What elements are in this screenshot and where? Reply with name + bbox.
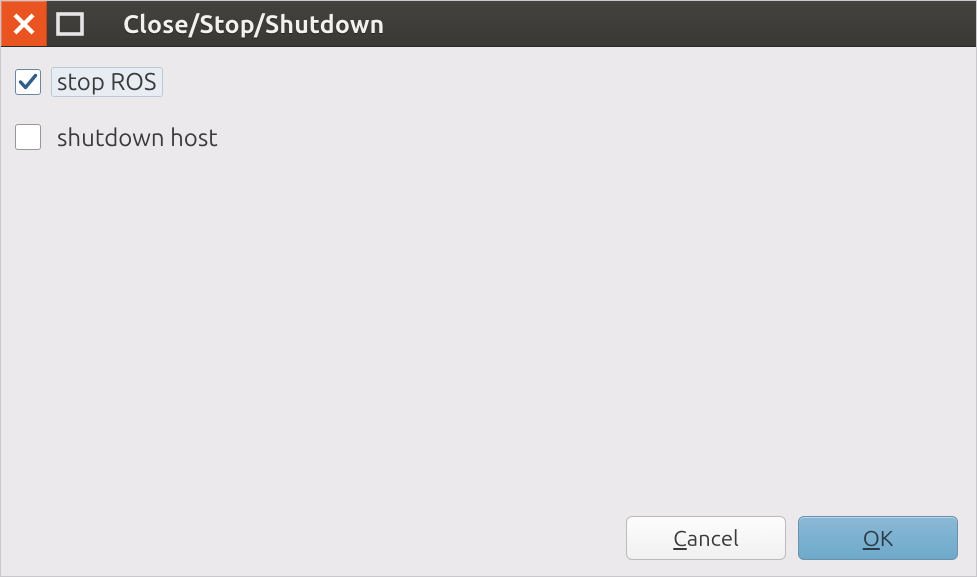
- cancel-button[interactable]: Cancel: [626, 516, 786, 560]
- option-stop-ros-label: stop ROS: [51, 67, 163, 97]
- window-title: Close/Stop/Shutdown: [123, 10, 384, 38]
- checkbox-empty-icon: [17, 126, 39, 148]
- ok-button[interactable]: OK: [798, 516, 958, 560]
- option-stop-ros[interactable]: stop ROS: [15, 61, 962, 103]
- close-icon: [10, 10, 38, 38]
- titlebar-buttons: [1, 1, 93, 47]
- window-close-button[interactable]: [1, 1, 47, 47]
- checkbox-stop-ros[interactable]: [15, 69, 41, 95]
- option-shutdown-host[interactable]: shutdown host: [15, 117, 962, 159]
- option-shutdown-host-label: shutdown host: [51, 123, 224, 153]
- dialog-button-row: Cancel OK: [626, 516, 958, 560]
- titlebar: Close/Stop/Shutdown: [1, 1, 976, 47]
- dialog-body: stop ROS shutdown host Cancel OK: [1, 47, 976, 576]
- window-maximize-button[interactable]: [47, 1, 93, 47]
- checkmark-icon: [17, 71, 39, 93]
- ok-button-label: OK: [863, 526, 893, 551]
- dialog-window: Close/Stop/Shutdown stop ROS shutdown ho…: [0, 0, 977, 577]
- cancel-button-label: Cancel: [673, 526, 738, 551]
- checkbox-shutdown-host[interactable]: [15, 124, 41, 150]
- maximize-icon: [55, 11, 85, 37]
